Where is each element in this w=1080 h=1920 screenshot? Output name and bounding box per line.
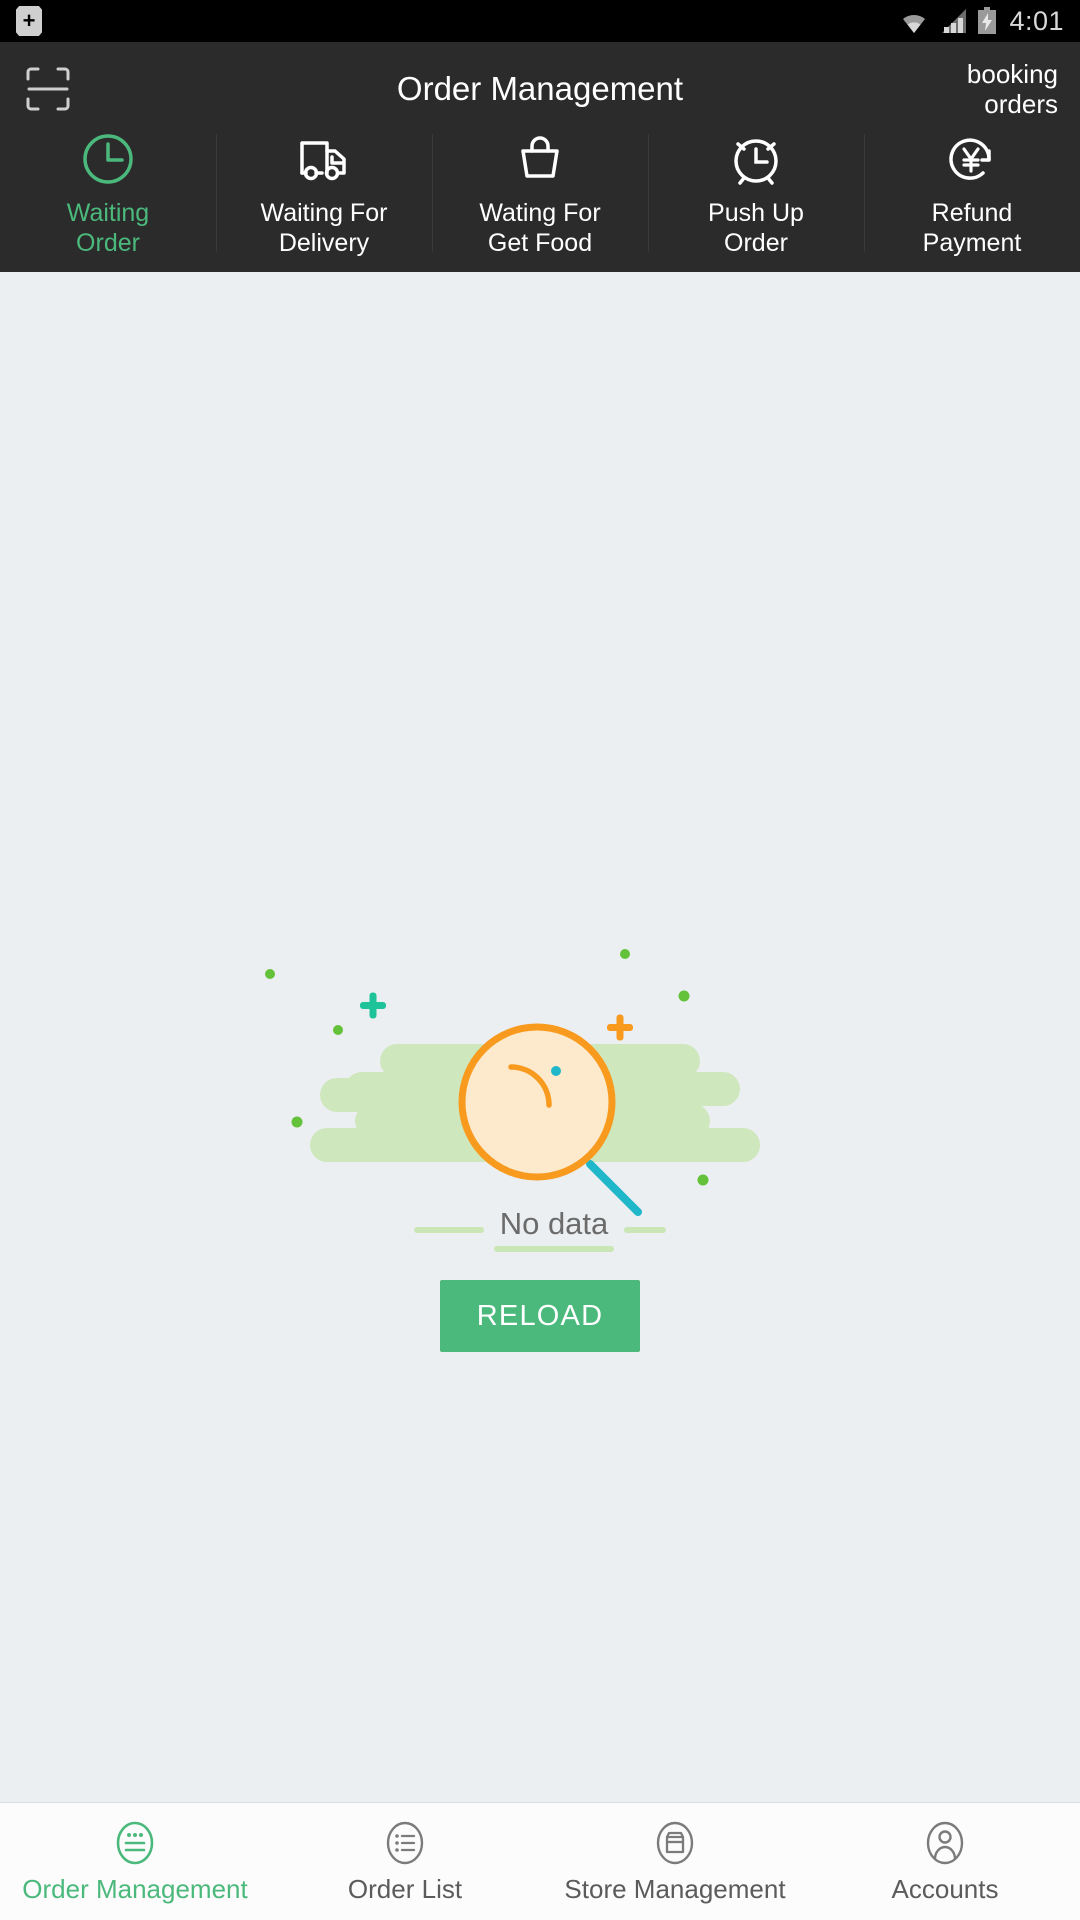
no-data-line-left — [413, 1227, 484, 1233]
status-bar: + 4:01 — [0, 0, 1080, 42]
tab-waiting-order[interactable]: Waiting Order — [0, 128, 216, 258]
account-person-icon — [920, 1818, 970, 1868]
shopping-bag-icon — [510, 128, 570, 190]
content-area: No data RELOAD — [0, 272, 1080, 1802]
clock-icon — [78, 128, 138, 190]
booking-orders-button[interactable]: booking orders — [908, 59, 1058, 119]
tab-label: Push Up Order — [708, 199, 804, 257]
app-bar-top-row: Order Management booking orders — [0, 56, 1080, 122]
tab-label: Waiting For Delivery — [260, 199, 388, 257]
wifi-icon — [897, 8, 931, 34]
store-icon — [650, 1818, 700, 1868]
tab-waiting-for-delivery[interactable]: Waiting For Delivery — [216, 128, 432, 258]
tab-push-up-order[interactable]: Push Up Order — [648, 128, 864, 258]
reload-button[interactable]: RELOAD — [440, 1280, 640, 1352]
status-bar-left: + — [16, 6, 42, 36]
no-data-underline — [493, 1246, 615, 1252]
nav-item-accounts[interactable]: Accounts — [810, 1818, 1080, 1905]
refund-yen-icon — [942, 128, 1002, 190]
order-list-icon — [380, 1818, 430, 1868]
nav-label: Order List — [347, 1874, 463, 1904]
no-data-text: No data — [499, 1206, 609, 1241]
nav-item-store-management[interactable]: Store Management — [540, 1818, 810, 1905]
tab-wating-for-get-food[interactable]: Wating For Get Food — [432, 128, 648, 258]
plus-badge-icon: + — [16, 6, 42, 36]
alarm-clock-icon — [726, 128, 786, 190]
cellular-signal-icon — [940, 8, 968, 34]
status-bar-right: 4:01 — [897, 6, 1064, 37]
nav-label: Store Management — [564, 1874, 786, 1904]
tab-label: Refund Payment — [922, 199, 1022, 257]
nav-label: Order Management — [22, 1874, 248, 1904]
empty-state: No data RELOAD — [260, 932, 820, 1352]
order-management-icon — [110, 1818, 160, 1868]
tab-label: Waiting Order — [66, 199, 150, 257]
bottom-navigation-bar: Order Management Order List Store Manage… — [0, 1802, 1080, 1920]
battery-charging-icon — [977, 7, 997, 35]
scan-frame-icon[interactable] — [22, 63, 74, 115]
no-data-line-right — [624, 1227, 667, 1233]
tab-label: Wating For Get Food — [479, 199, 601, 257]
no-data-center: No data — [493, 1206, 615, 1252]
tab-refund-payment[interactable]: Refund Payment — [864, 128, 1080, 258]
app-bar: Order Management booking orders Waiting … — [0, 42, 1080, 272]
no-data-row: No data — [375, 1208, 705, 1252]
delivery-truck-icon — [294, 128, 354, 190]
nav-item-order-list[interactable]: Order List — [270, 1818, 540, 1905]
order-status-tab-strip: Waiting Order Waiting For Delivery Watin… — [0, 122, 1080, 272]
magnifying-glass-illustration — [265, 949, 760, 1216]
nav-label: Accounts — [891, 1874, 999, 1904]
status-bar-clock: 4:01 — [1009, 5, 1064, 36]
nav-item-order-management[interactable]: Order Management — [0, 1818, 270, 1905]
